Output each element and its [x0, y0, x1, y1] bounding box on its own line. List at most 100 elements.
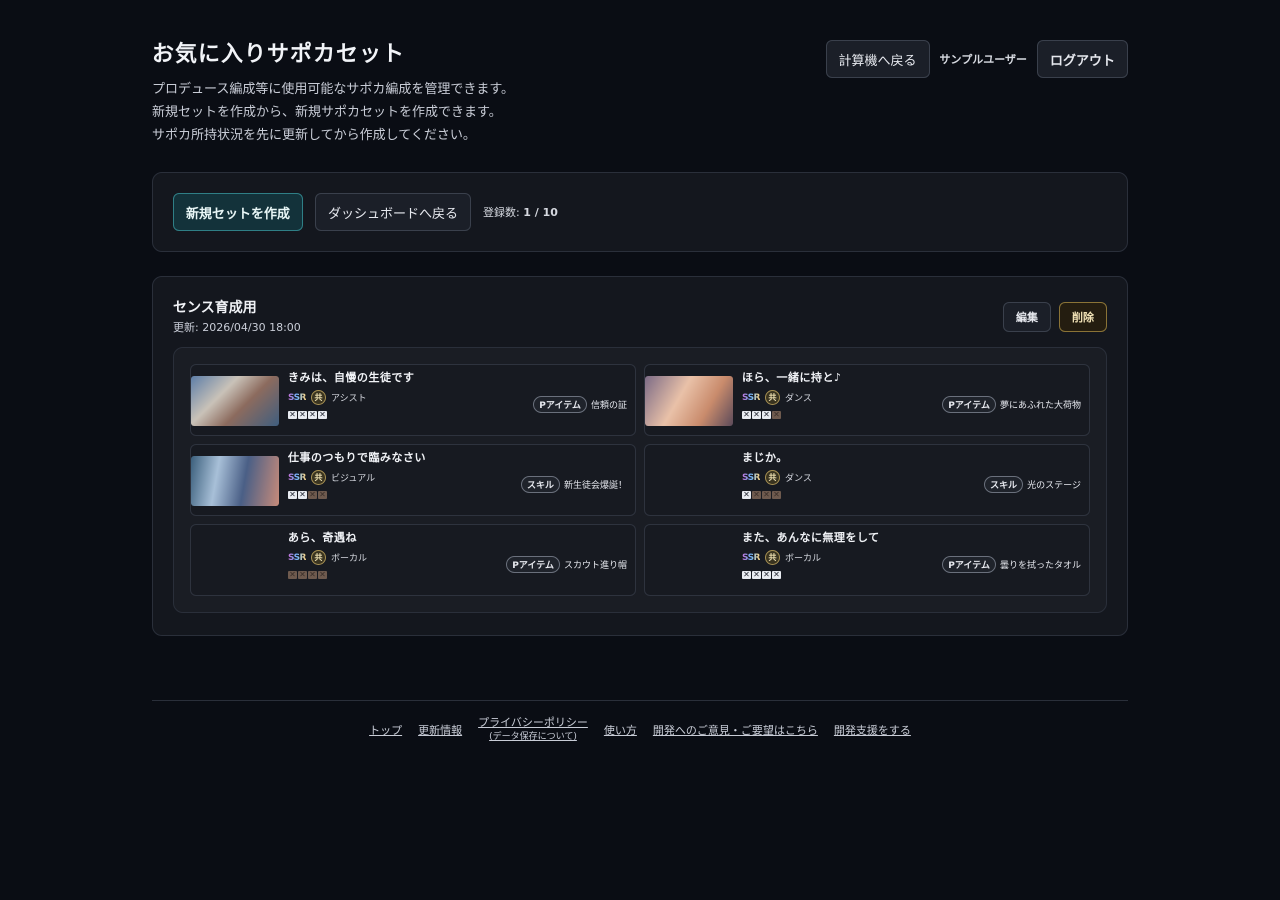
footer-link-support[interactable]: 開発支援をする	[834, 716, 911, 738]
footer-link-updates[interactable]: 更新情報	[418, 716, 462, 738]
uncap-star-icon: ✕	[772, 490, 781, 499]
create-set-button[interactable]: 新規セットを作成	[173, 193, 304, 231]
effect-name: 夢にあふれた大荷物	[999, 401, 1081, 411]
uncap-star-icon: ✕	[298, 570, 307, 579]
set-updated-time: 更新: 2026/04/30 18:00	[173, 321, 301, 334]
card-meta: SSR 共 ビジュアル	[288, 470, 375, 485]
uncap-star-icon: ✕	[762, 570, 771, 579]
set-actions: 編集 削除	[1003, 302, 1107, 332]
rarity-badge: SSR	[742, 472, 761, 483]
card-type: ビジュアル	[331, 474, 376, 484]
page-header: お気に入りサポカセット プロデュース編成等に使用可能なサポカ編成を管理できます。…	[152, 40, 1128, 152]
back-to-calculator-button[interactable]: 計算機へ戻る	[825, 40, 930, 78]
uncap-star-icon: ✕	[772, 570, 781, 579]
support-card-grid: きみは、自慢の生徒です SSR 共 アシスト ✕ ✕ ✕ ✕ Pアイテム 信頼の証 ほ…	[173, 347, 1107, 613]
support-card[interactable]: あら、奇遇ね SSR 共 ボーカル ✕ ✕ ✕ ✕ Pアイテム スカウト進り帽	[190, 524, 636, 596]
main-container: お気に入りサポカセット プロデュース編成等に使用可能なサポカ編成を管理できます。…	[152, 40, 1128, 636]
effect-kind-badge: Pアイテム	[942, 556, 996, 573]
effect-kind-badge: スキル	[520, 476, 560, 493]
edit-set-button[interactable]: 編集	[1003, 302, 1051, 332]
card-type: ダンス	[785, 474, 812, 484]
footer-link-feedback[interactable]: 開発へのご意見・ご要望はこちら	[653, 716, 818, 738]
logout-button[interactable]: ログアウト	[1036, 40, 1128, 78]
support-card[interactable]: また、あんなに無理をして SSR 共 ボーカル ✕ ✕ ✕ ✕ Pアイテム 曇りを拭っ…	[644, 524, 1090, 596]
card-thumbnail	[191, 456, 279, 506]
uncap-star-icon: ✕	[752, 570, 761, 579]
rarity-badge: SSR	[742, 552, 761, 563]
card-thumbnail	[645, 456, 733, 506]
card-meta: SSR 共 ボーカル	[742, 550, 821, 565]
support-card[interactable]: 仕事のつもりで臨みなさい SSR 共 ビジュアル ✕ ✕ ✕ ✕ スキル 新生徒会爆誕…	[190, 444, 636, 516]
privacy-sublabel: (データ保存について)	[489, 732, 577, 742]
back-to-dashboard-button[interactable]: ダッシュボードへ戻る	[315, 193, 472, 231]
support-card[interactable]: まじか。 SSR 共 ダンス ✕ ✕ ✕ ✕ スキル 光のステージ	[644, 444, 1090, 516]
registration-count: 登録数: 1 / 10	[483, 204, 558, 220]
footer-link-top[interactable]: トップ	[369, 716, 402, 738]
card-meta: SSR 共 ダンス	[742, 390, 812, 405]
footer-link-privacy[interactable]: プライバシーポリシー (データ保存について)	[478, 716, 588, 744]
effect-kind-badge: スキル	[984, 476, 1024, 493]
uncap-star-icon: ✕	[308, 570, 317, 579]
rarity-badge: SSR	[288, 392, 307, 403]
uncap-star-icon: ✕	[288, 490, 297, 499]
delete-set-button[interactable]: 削除	[1059, 302, 1107, 332]
uncap-star-icon: ✕	[318, 410, 327, 419]
uncap-star-icon: ✕	[762, 490, 771, 499]
card-effect: Pアイテム スカウト進り帽	[506, 556, 627, 573]
description-line: プロデュース編成等に使用可能なサポカ編成を管理できます。	[152, 82, 515, 97]
uncap-star-icon: ✕	[318, 570, 327, 579]
card-title: 仕事のつもりで臨みなさい	[288, 451, 426, 464]
uncap-star-icon: ✕	[288, 570, 297, 579]
rarity-badge: SSR	[742, 392, 761, 403]
card-meta: SSR 共 ダンス	[742, 470, 812, 485]
rarity-badge: SSR	[288, 552, 307, 563]
support-card[interactable]: ほら、一緒に持と♪ SSR 共 ダンス ✕ ✕ ✕ ✕ Pアイテム 夢にあふれた大荷物	[644, 364, 1090, 436]
effect-kind-badge: Pアイテム	[533, 396, 587, 413]
uncap-star-icon: ✕	[772, 410, 781, 419]
uncap-star-icon: ✕	[752, 410, 761, 419]
uncap-star-icon: ✕	[752, 490, 761, 499]
header-actions: 計算機へ戻る サンプルユーザー ログアウト	[825, 40, 1128, 78]
effect-name: 曇りを拭ったタオル	[999, 561, 1081, 571]
set-name: センス育成用	[173, 300, 257, 316]
card-thumbnail	[645, 376, 733, 426]
uncap-star-icon: ✕	[298, 490, 307, 499]
uncap-star-icon: ✕	[762, 410, 771, 419]
common-plan-badge: 共	[311, 390, 326, 405]
page-description: プロデュース編成等に使用可能なサポカ編成を管理できます。 新規セットを作成から、…	[152, 78, 1128, 147]
registration-count-value: 1 / 10	[523, 206, 558, 219]
support-card[interactable]: きみは、自慢の生徒です SSR 共 アシスト ✕ ✕ ✕ ✕ Pアイテム 信頼の証	[190, 364, 636, 436]
card-type: ダンス	[785, 394, 812, 404]
card-title: あら、奇遇ね	[288, 531, 357, 544]
user-name: サンプルユーザー	[939, 53, 1027, 66]
card-meta: SSR 共 ボーカル	[288, 550, 367, 565]
effect-name: 信頼の証	[590, 401, 627, 411]
card-title: きみは、自慢の生徒です	[288, 371, 415, 384]
effect-kind-badge: Pアイテム	[942, 396, 996, 413]
uncap-star-icon: ✕	[742, 570, 751, 579]
common-plan-badge: 共	[765, 470, 780, 485]
card-thumbnail	[645, 536, 733, 586]
effect-name: 光のステージ	[1027, 481, 1081, 491]
card-effect: Pアイテム 信頼の証	[533, 396, 627, 413]
set-toolbar: 新規セットを作成 ダッシュボードへ戻る 登録数: 1 / 10	[152, 172, 1128, 252]
card-thumbnail	[191, 376, 279, 426]
effect-name: 新生徒会爆誕！	[563, 481, 627, 491]
footer: トップ 更新情報 プライバシーポリシー (データ保存について) 使い方 開発への…	[0, 716, 1280, 744]
card-type: ボーカル	[331, 554, 368, 564]
uncap-star-icon: ✕	[308, 490, 317, 499]
rarity-badge: SSR	[288, 472, 307, 483]
common-plan-badge: 共	[311, 470, 326, 485]
support-card-set: センス育成用 更新: 2026/04/30 18:00 編集 削除 きみは、自慢…	[152, 276, 1128, 636]
description-line: 新規セットを作成から、新規サポカセットを作成できます。	[152, 105, 502, 120]
card-effect: Pアイテム 曇りを拭ったタオル	[942, 556, 1081, 573]
footer-link-usage[interactable]: 使い方	[604, 716, 637, 738]
card-thumbnail	[191, 536, 279, 586]
card-effect: Pアイテム 夢にあふれた大荷物	[942, 396, 1081, 413]
common-plan-badge: 共	[765, 390, 780, 405]
privacy-label: プライバシーポリシー	[478, 716, 588, 729]
effect-kind-badge: Pアイテム	[506, 556, 560, 573]
uncap-star-icon: ✕	[742, 410, 751, 419]
card-title: また、あんなに無理をして	[742, 531, 880, 544]
uncap-star-icon: ✕	[318, 490, 327, 499]
